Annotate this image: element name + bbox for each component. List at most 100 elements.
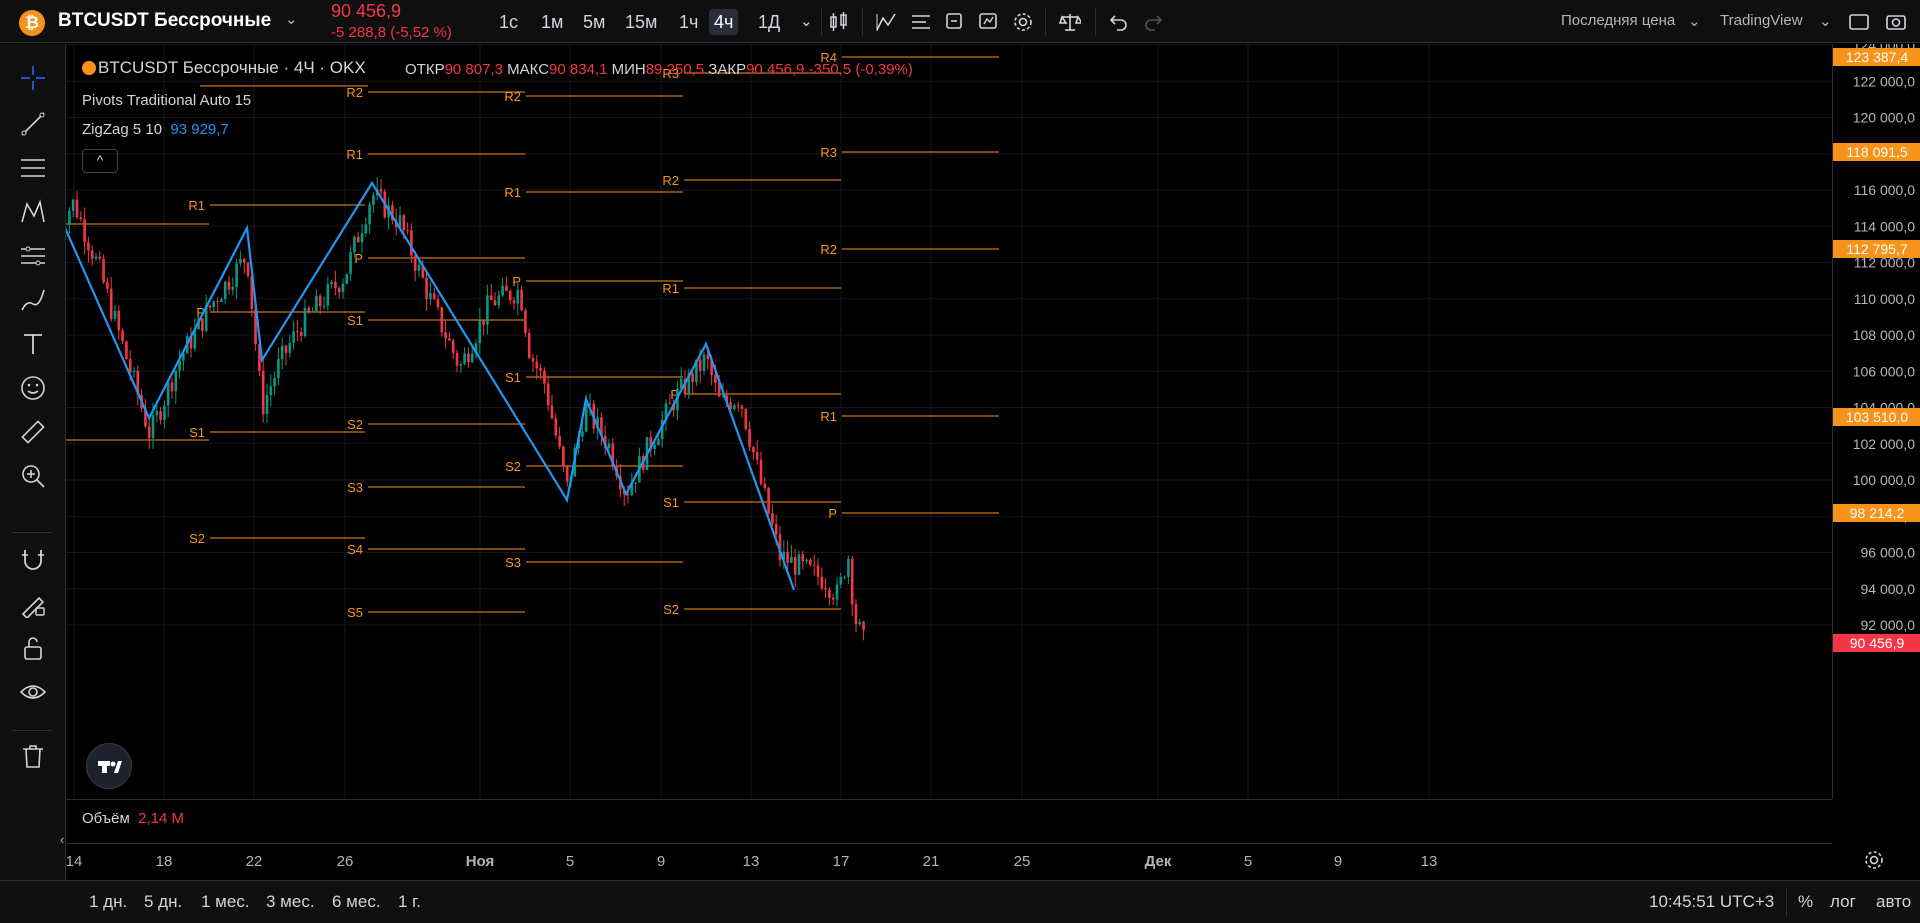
- timeframe-1h[interactable]: 1ч: [674, 9, 703, 35]
- auto-toggle[interactable]: авто: [1876, 892, 1911, 912]
- candle-body: [702, 354, 706, 371]
- timeframe-5m[interactable]: 5м: [578, 9, 610, 35]
- timeframe-15m[interactable]: 15м: [620, 9, 662, 35]
- platform-dropdown[interactable]: TradingView: [1720, 12, 1803, 29]
- range-1m[interactable]: 1 мес.: [201, 892, 250, 912]
- low-value: 89 250,5: [645, 61, 705, 78]
- indicators-icon[interactable]: [875, 12, 897, 32]
- price-tick: 92 000,0: [1861, 617, 1916, 633]
- forecast-icon[interactable]: [19, 242, 47, 270]
- candle-body: [607, 443, 611, 449]
- candle-body: [550, 405, 554, 419]
- candle-body: [828, 589, 831, 598]
- timeframe-dropdown-icon[interactable]: ⌄: [795, 9, 818, 35]
- alert-icon[interactable]: [944, 12, 966, 32]
- candle-body: [170, 382, 174, 392]
- lock-icon[interactable]: [19, 634, 47, 662]
- price-tag-label: 98 214,2: [1850, 505, 1905, 521]
- chevron-down-icon[interactable]: ⌄: [1688, 12, 1701, 30]
- candle-body: [353, 236, 356, 253]
- candle-body: [759, 459, 763, 484]
- gear-icon[interactable]: [1012, 12, 1034, 32]
- candle-body: [71, 199, 75, 211]
- text-icon[interactable]: [19, 330, 47, 358]
- candle-body: [417, 264, 421, 271]
- candle-body: [125, 341, 128, 359]
- chart-canvas[interactable]: R1 P S1 S2 R2 R1 P S1 S2 S3 S4 S5 R2 R1 P S1 S2 S3 R3 R2 R1 P…: [66, 44, 1832, 843]
- pattern-icon[interactable]: [19, 198, 47, 226]
- range-1y[interactable]: 1 г.: [398, 892, 421, 912]
- candle-body: [406, 230, 409, 232]
- candle-body: [79, 217, 83, 220]
- lock-drawing-icon[interactable]: [19, 590, 47, 618]
- range-3m[interactable]: 3 мес.: [266, 892, 315, 912]
- chevron-up-icon[interactable]: ^: [82, 149, 118, 173]
- price-type-dropdown[interactable]: Последняя цена: [1561, 12, 1675, 29]
- candle-body: [467, 353, 470, 363]
- indicator-zigzag[interactable]: ZigZag 5 10 93 929,7: [82, 121, 229, 138]
- pivot-label-p: P: [512, 274, 521, 289]
- eye-icon[interactable]: [19, 678, 47, 706]
- pane-separator[interactable]: [66, 799, 1832, 800]
- price-tag-label: 118 091,5: [1846, 144, 1907, 160]
- price-tick: 122 000,0: [1853, 73, 1915, 89]
- volume-legend[interactable]: Объём 2,14 M: [82, 810, 184, 827]
- time-axis[interactable]: 14 18 22 26 Ноя 5 9 13 17 21 25 Дек 5 9 13: [66, 843, 1832, 878]
- undo-icon[interactable]: [1108, 12, 1130, 32]
- percent-toggle[interactable]: %: [1798, 892, 1813, 912]
- candle-body: [748, 429, 751, 447]
- fullscreen-icon[interactable]: [1848, 12, 1870, 32]
- price-tick: 100 000,0: [1853, 472, 1915, 488]
- chevron-down-icon[interactable]: ⌄: [1819, 12, 1832, 30]
- timeframe-1d[interactable]: 1Д: [753, 9, 785, 35]
- candle-body: [345, 274, 349, 284]
- symbol-search-button[interactable]: BTCUSDT Бессрочные: [58, 10, 271, 32]
- price-axis[interactable]: 124 000,0122 000,0120 000,0118 000,0116 …: [1832, 37, 1920, 799]
- crosshair-icon[interactable]: [19, 64, 47, 92]
- timeframe-4h[interactable]: 4ч: [709, 9, 739, 35]
- trash-icon[interactable]: [19, 742, 47, 770]
- candle-body: [360, 233, 364, 243]
- pivot-label-r2: R2: [504, 89, 521, 104]
- redo-icon[interactable]: [1142, 12, 1164, 32]
- fib-icon[interactable]: [19, 154, 47, 182]
- timeframe-1m[interactable]: 1м: [536, 9, 568, 35]
- range-5d[interactable]: 5 дн.: [144, 892, 182, 912]
- range-6m[interactable]: 6 мес.: [332, 892, 381, 912]
- zoom-in-icon[interactable]: [19, 462, 47, 490]
- high-label: МАКС: [507, 61, 550, 78]
- templates-icon[interactable]: [910, 12, 932, 32]
- candle-body: [653, 445, 656, 450]
- log-toggle[interactable]: лог: [1830, 892, 1856, 912]
- price-tag-label: 123 387,4: [1846, 49, 1908, 65]
- candles-icon[interactable]: [828, 12, 850, 32]
- price-tick: 108 000,0: [1853, 327, 1915, 343]
- candle-body: [436, 299, 440, 308]
- candle-body: [774, 523, 778, 535]
- trendline-icon[interactable]: [19, 110, 47, 138]
- pivot-label-s1: S1: [663, 495, 679, 510]
- magnet-icon[interactable]: [19, 546, 47, 574]
- compare-scale-icon[interactable]: [1059, 12, 1081, 32]
- snapshot-icon[interactable]: [1885, 12, 1907, 32]
- legend-symbol[interactable]: BTCUSDT Бессрочные · 4Ч · OKX: [98, 58, 366, 78]
- open-value: 90 807,3: [444, 61, 503, 78]
- indicator-pivots[interactable]: Pivots Traditional Auto 15: [82, 92, 251, 109]
- chevron-down-icon[interactable]: ⌄: [285, 10, 298, 28]
- pivot-label-r1: R1: [188, 198, 205, 213]
- emoji-icon[interactable]: [19, 374, 47, 402]
- divider: [1095, 8, 1096, 36]
- ruler-icon[interactable]: [19, 418, 47, 446]
- candle-body: [501, 285, 504, 296]
- clock-timezone[interactable]: 10:45:51 UTC+3: [1649, 892, 1774, 912]
- replay-icon[interactable]: [978, 12, 1000, 32]
- collapse-toolbar-icon[interactable]: ‹: [60, 832, 64, 847]
- candle-body: [216, 301, 219, 303]
- gear-icon[interactable]: [1862, 848, 1886, 872]
- candle-body: [68, 210, 71, 224]
- zigzag-value: 93 929,7: [170, 121, 229, 138]
- range-1d[interactable]: 1 дн.: [89, 892, 127, 912]
- tradingview-logo[interactable]: [86, 743, 132, 789]
- timeframe-1s[interactable]: 1с: [494, 9, 523, 35]
- brush-icon[interactable]: [19, 286, 47, 314]
